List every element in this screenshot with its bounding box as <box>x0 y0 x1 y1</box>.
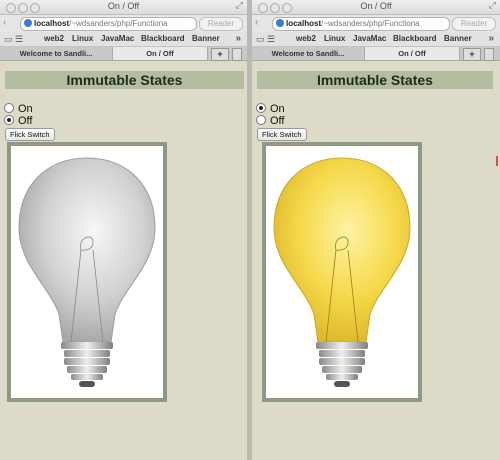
tab-welcome[interactable]: Welcome to Sandli... <box>252 47 365 60</box>
url-path: /~wdsanders/php/Functiona <box>69 19 168 28</box>
tab-bar: Welcome to Sandli... On / Off + <box>0 47 247 61</box>
bookmark-item[interactable]: web2 <box>296 34 316 43</box>
back-icon[interactable]: ‹ <box>3 17 17 29</box>
bookmark-item[interactable]: Banner <box>192 34 220 43</box>
url-path: /~wdsanders/php/Functiona <box>321 19 420 28</box>
bookmark-item[interactable]: JavaMac <box>353 34 386 43</box>
tab-welcome[interactable]: Welcome to Sandli... <box>0 47 113 60</box>
radio-off-label: Off <box>270 115 285 127</box>
toolbar: ‹ localhost/~wdsanders/php/Functiona Rea… <box>0 15 247 32</box>
scroll-indicator <box>496 156 498 166</box>
url-host: localhost <box>34 19 70 28</box>
bookmark-item[interactable]: Linux <box>72 34 93 43</box>
back-icon[interactable]: ‹ <box>255 17 269 29</box>
radio-off-row[interactable]: Off <box>256 115 284 127</box>
tab-on-off[interactable]: On / Off <box>113 47 208 60</box>
tab-list-icon[interactable] <box>484 48 494 61</box>
radio-on[interactable] <box>256 103 266 114</box>
radio-on-label: On <box>18 103 33 115</box>
reader-button[interactable]: Reader <box>199 17 243 31</box>
title-bar: On / Off ⤢ <box>252 0 500 15</box>
globe-icon <box>276 18 284 27</box>
page-content: Immutable States On Off Flick Switch <box>252 61 500 460</box>
bulb-frame <box>262 142 422 402</box>
bookmark-item[interactable]: JavaMac <box>101 34 134 43</box>
fullscreen-icon[interactable]: ⤢ <box>236 0 243 11</box>
radio-off-row[interactable]: Off <box>4 115 32 127</box>
browser-window-right: On / Off ⤢ ‹ localhost/~wdsanders/php/Fu… <box>252 0 500 460</box>
radio-on-label: On <box>270 103 285 115</box>
flick-switch-button[interactable]: Flick Switch <box>257 128 307 141</box>
address-bar[interactable]: localhost/~wdsanders/php/Functiona <box>272 17 450 31</box>
browser-window-left: On / Off ⤢ ‹ localhost/~wdsanders/php/Fu… <box>0 0 247 460</box>
bulb-frame <box>7 142 167 402</box>
window-title: On / Off <box>107 1 140 11</box>
page-title: Immutable States <box>5 71 244 89</box>
page-title: Immutable States <box>257 71 493 89</box>
bookmark-item[interactable]: Banner <box>444 34 472 43</box>
bookmarks-bar: ▭ ☰ web2 Linux JavaMac Blackboard Banner… <box>252 32 500 47</box>
new-tab-icon[interactable]: + <box>211 48 229 61</box>
bookmark-item[interactable]: Blackboard <box>141 34 185 43</box>
address-bar[interactable]: localhost/~wdsanders/php/Functiona <box>20 17 197 31</box>
bookmark-item[interactable]: Linux <box>324 34 345 43</box>
page-content: Immutable States On Off Flick Switch <box>0 61 247 460</box>
title-bar: On / Off ⤢ <box>0 0 247 15</box>
bookmarks-bar: ▭ ☰ web2 Linux JavaMac Blackboard Banner… <box>0 32 247 47</box>
lightbulb-off-icon <box>18 157 156 387</box>
flick-switch-button[interactable]: Flick Switch <box>5 128 55 141</box>
window-title: On / Off <box>360 1 392 11</box>
bookmarks-icon[interactable]: ▭ ☰ <box>4 34 32 45</box>
screen: On / Off ⤢ ‹ localhost/~wdsanders/php/Fu… <box>0 0 500 460</box>
bookmark-item[interactable]: Blackboard <box>393 34 437 43</box>
lightbulb-on-icon <box>273 157 411 387</box>
radio-on-row[interactable]: On <box>4 103 33 115</box>
globe-icon <box>24 18 32 27</box>
fullscreen-icon[interactable]: ⤢ <box>489 0 496 11</box>
tab-list-icon[interactable] <box>232 48 242 61</box>
url-host: localhost <box>286 19 322 28</box>
radio-off-label: Off <box>18 115 33 127</box>
tab-on-off[interactable]: On / Off <box>365 47 460 60</box>
bookmark-item[interactable]: web2 <box>44 34 64 43</box>
more-bookmarks-icon[interactable]: » <box>235 33 241 44</box>
tab-bar: Welcome to Sandli... On / Off + <box>252 47 500 61</box>
radio-on[interactable] <box>4 103 14 114</box>
new-tab-icon[interactable]: + <box>463 48 481 61</box>
radio-off[interactable] <box>4 115 14 126</box>
radio-off[interactable] <box>256 115 266 126</box>
toolbar: ‹ localhost/~wdsanders/php/Functiona Rea… <box>252 15 500 32</box>
radio-on-row[interactable]: On <box>256 103 285 115</box>
reader-button[interactable]: Reader <box>452 17 496 31</box>
bookmarks-icon[interactable]: ▭ ☰ <box>256 34 284 45</box>
more-bookmarks-icon[interactable]: » <box>488 33 494 44</box>
